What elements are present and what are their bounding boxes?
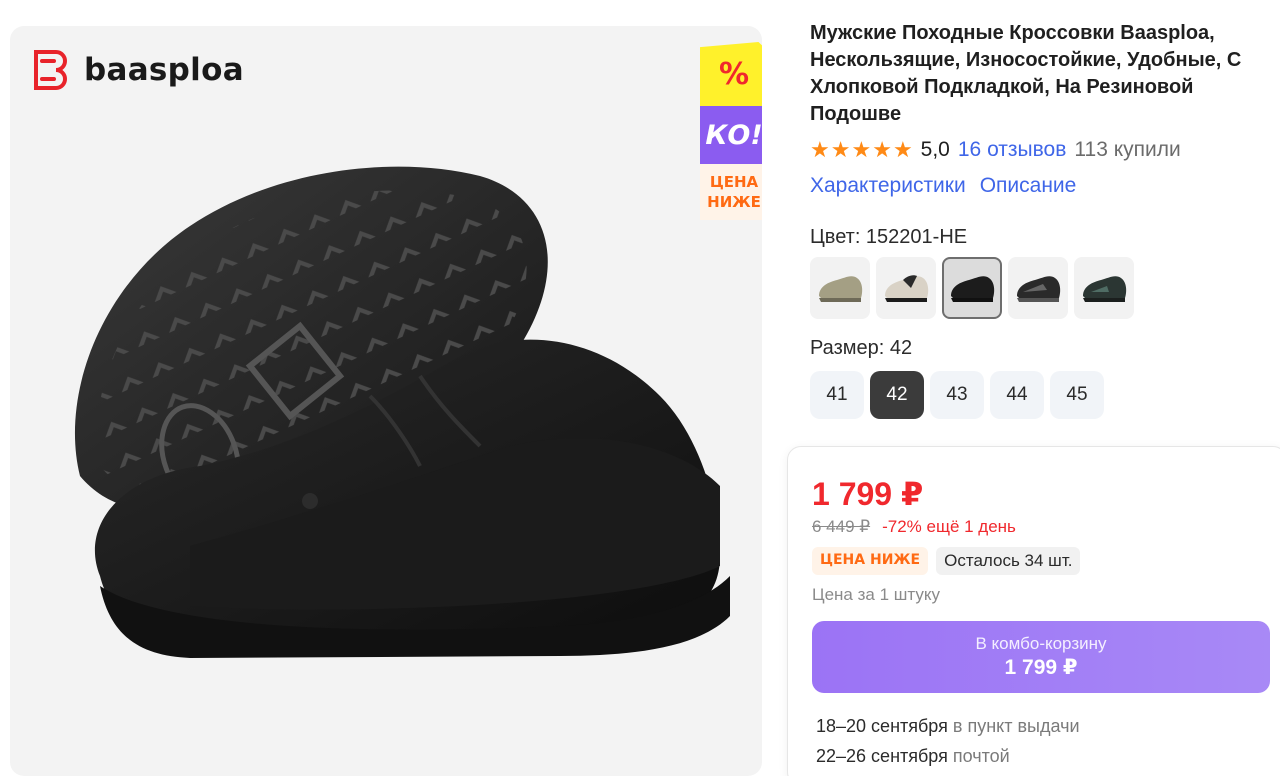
reviews-link[interactable]: 16 отзывов [958, 138, 1067, 162]
price-badges: ЦЕНА НИЖЕ Осталось 34 шт. [812, 547, 1081, 575]
price-card: 1 799 ₽ 6 449 ₽ -72% ещё 1 день ЦЕНА НИЖ… [787, 446, 1280, 776]
delivery-method: почтой [952, 746, 1010, 766]
delivery-option-pickup: 18–20 сентября в пункт выдачи [816, 711, 1080, 741]
rating-row: ★ ★ ★ ★ ★ 5,0 16 отзывов 113 купили [810, 136, 1270, 164]
color-swatch-black[interactable] [942, 257, 1002, 319]
star-icon: ★ [851, 137, 872, 162]
size-option-45[interactable]: 45 [1050, 371, 1104, 419]
star-icon: ★ [892, 137, 913, 162]
discount-label: -72% ещё 1 день [882, 517, 1016, 536]
tab-description[interactable]: Описание [980, 174, 1077, 198]
product-tabs: Характеристики Описание [810, 174, 1270, 198]
product-info: Мужские Походные Кроссовки Baasploa, Нес… [810, 20, 1270, 419]
star-icon: ★ [830, 137, 851, 162]
delivery-options: 18–20 сентября в пункт выдачи 22–26 сент… [816, 711, 1080, 771]
color-swatch-black-teal[interactable] [1074, 257, 1134, 319]
product-gallery[interactable]: baasploa % КО! ЦЕНА НИЖЕ [10, 26, 762, 776]
size-options: 41 42 43 44 45 [810, 371, 1270, 419]
product-title: Мужские Походные Кроссовки Baasploa, Нес… [810, 22, 1242, 125]
shoe-thumbnail [819, 276, 863, 302]
shoe-thumbnail [885, 275, 929, 302]
shoe-thumbnail [1083, 276, 1127, 302]
shoe-thumbnail [1017, 276, 1061, 302]
old-price-row: 6 449 ₽ -72% ещё 1 день [812, 517, 1016, 537]
current-price: 1 799 ₽ [812, 476, 924, 512]
size-option-43[interactable]: 43 [930, 371, 984, 419]
delivery-option-post: 22–26 сентября почтой [816, 741, 1080, 771]
size-label: Размер: 42 [810, 337, 913, 359]
delivery-method: в пункт выдачи [952, 716, 1080, 736]
percent-icon: % [718, 56, 750, 92]
old-price: 6 449 ₽ [812, 517, 871, 536]
size-option-44[interactable]: 44 [990, 371, 1044, 419]
size-option-42[interactable]: 42 [870, 371, 924, 419]
star-icon: ★ [872, 137, 892, 162]
bought-count: 113 купили [1074, 138, 1181, 161]
color-label: Цвет: 152201-HE [810, 226, 968, 248]
stock-badge: Осталось 34 шт. [936, 547, 1081, 575]
color-swatch-black-grey[interactable] [1008, 257, 1068, 319]
lower-price-badge: ЦЕНА НИЖЕ [812, 547, 929, 575]
brand-logo-icon [34, 50, 67, 90]
tab-characteristics[interactable]: Характеристики [810, 174, 966, 198]
cart-button-label: В комбо-корзину [975, 634, 1107, 653]
delivery-date: 18–20 сентября [816, 716, 948, 736]
color-swatch-beige-black[interactable] [876, 257, 936, 319]
product-image [74, 166, 730, 658]
cart-button-price: 1 799 ₽ [1004, 656, 1078, 679]
add-to-combo-cart-button[interactable]: В комбо-корзину 1 799 ₽ [812, 621, 1270, 693]
color-swatches [810, 257, 1270, 319]
shoe-thumbnail [951, 276, 995, 302]
rating-value: 5,0 [920, 138, 950, 161]
delivery-date: 22–26 сентября [816, 746, 948, 766]
brand-name: baasploa [84, 52, 244, 88]
color-swatch-olive[interactable] [810, 257, 870, 319]
unit-price-note: Цена за 1 штуку [812, 585, 940, 604]
rating-stars: ★ ★ ★ ★ ★ [810, 139, 913, 161]
star-icon: ★ [810, 137, 830, 162]
size-option-41[interactable]: 41 [810, 371, 864, 419]
brand-logo: baasploa [34, 50, 244, 90]
